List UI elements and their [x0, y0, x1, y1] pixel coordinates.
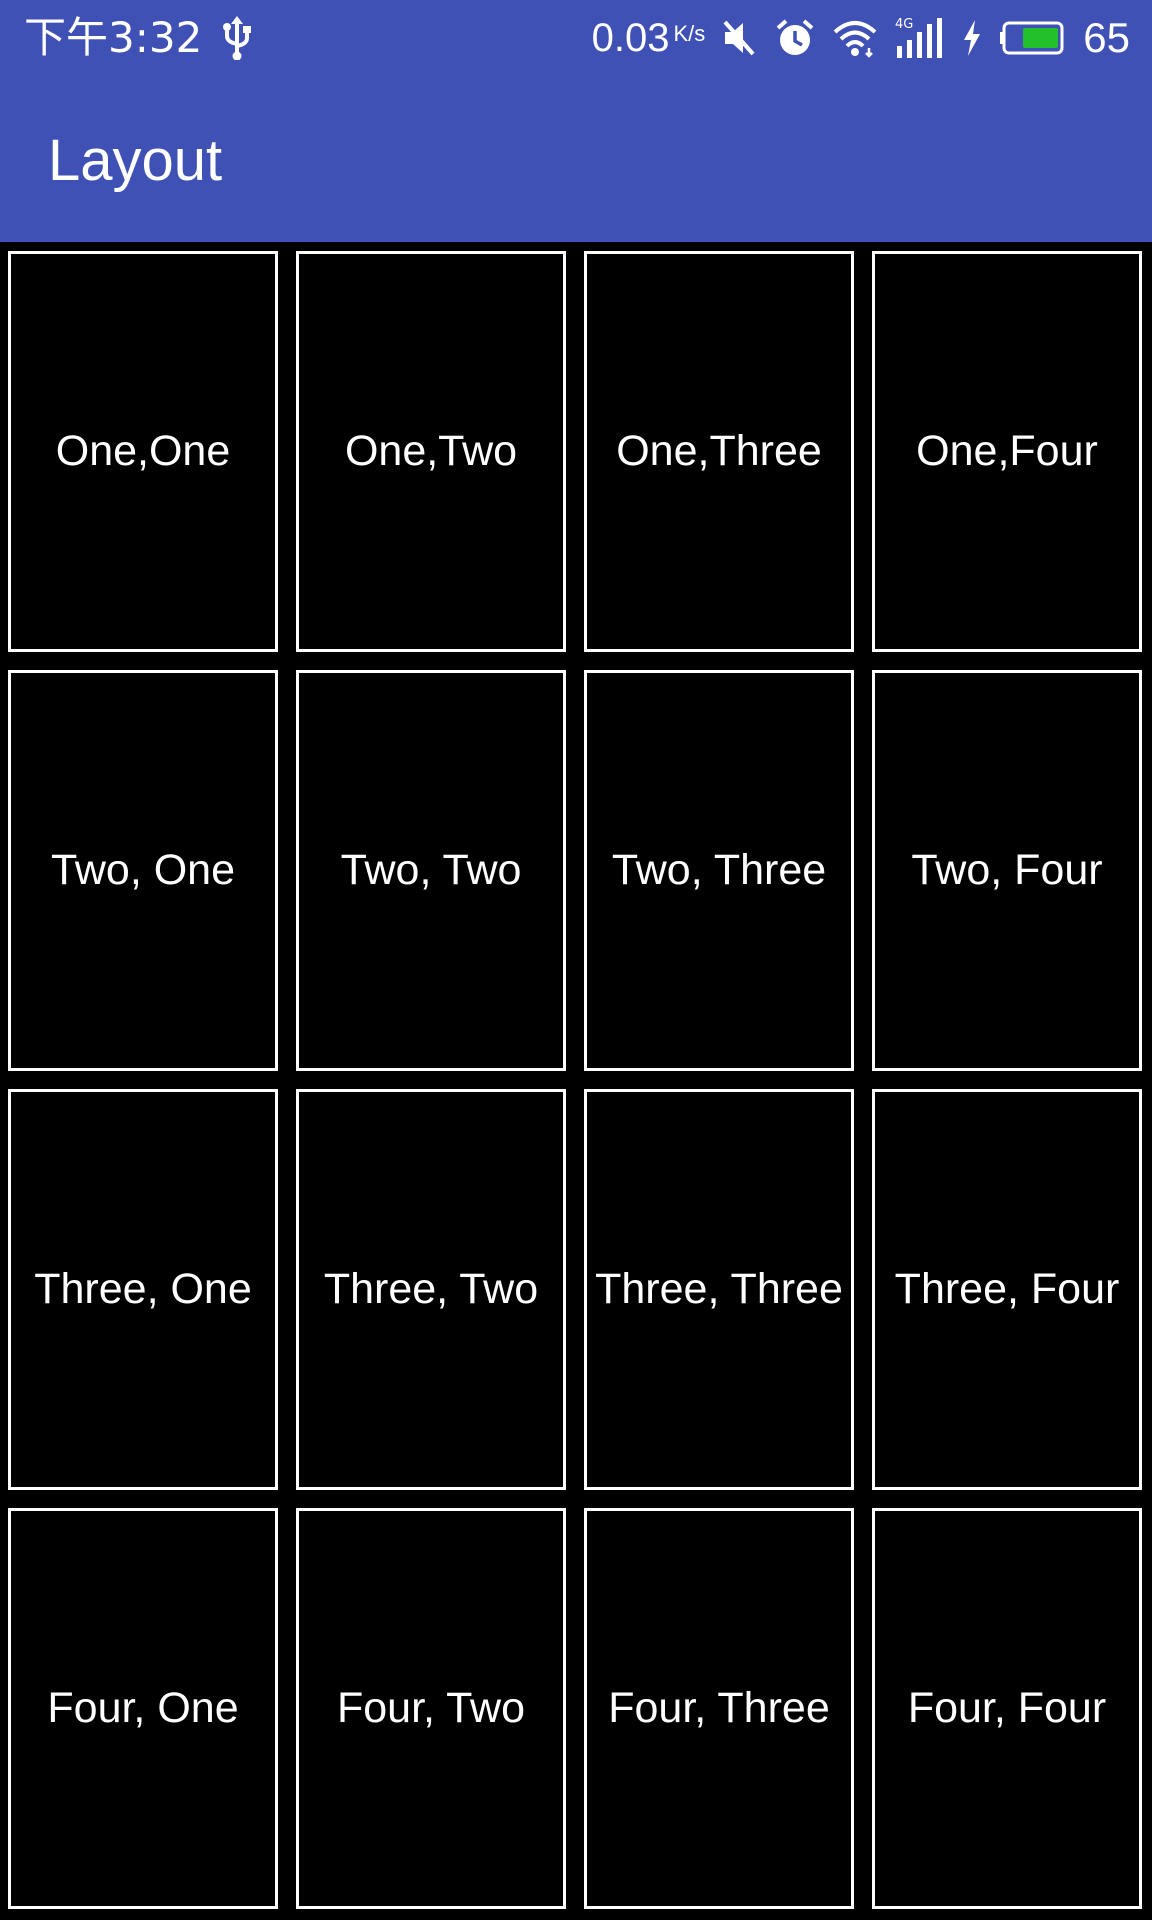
grid-cell: Two, Four: [872, 670, 1142, 1071]
signal-4g-icon: 4G: [895, 16, 945, 60]
grid-cell: Four, Two: [296, 1508, 566, 1909]
grid-cell: One,Four: [872, 251, 1142, 652]
battery-percent: 65: [1083, 14, 1130, 61]
status-right: 0.03 K/s 4G 65: [592, 10, 1130, 66]
grid-cell: Two, Two: [296, 670, 566, 1071]
status-time: 下午3:32: [24, 13, 203, 62]
grid-cell: Two, Three: [584, 670, 854, 1071]
grid-cell: One,Three: [584, 251, 854, 652]
grid-cell: One,One: [8, 251, 278, 652]
grid-cell: Four, Four: [872, 1508, 1142, 1909]
grid-cell: Four, One: [8, 1508, 278, 1909]
cell-grid: One,One One,Two One,Three One,Four Two, …: [8, 251, 1144, 1911]
status-bar: 下午3:32 0.03 K/s 4G 65: [0, 0, 1152, 76]
grid-cell: Two, One: [8, 670, 278, 1071]
grid-cell: Four, Three: [584, 1508, 854, 1909]
alarm-icon: [775, 18, 815, 58]
svg-text:4G: 4G: [895, 17, 913, 32]
grid-cell: Three, Four: [872, 1089, 1142, 1490]
app-bar: 下午3:32 0.03 K/s 4G 65 Layout: [0, 0, 1152, 242]
mute-icon: [721, 18, 759, 58]
usb-icon: [222, 16, 252, 60]
battery-icon: [999, 20, 1067, 56]
net-speed-value: 0.03: [591, 16, 670, 60]
app-bar-title: Layout: [48, 128, 223, 193]
grid-cell: Three, Two: [296, 1089, 566, 1490]
charging-icon: [961, 18, 983, 58]
net-speed-unit: K/s: [673, 21, 706, 46]
grid-cell: Three, Three: [584, 1089, 854, 1490]
screen: 下午3:32 0.03 K/s 4G 65 Layout One,One One…: [0, 0, 1152, 1920]
grid-cell: One,Two: [296, 251, 566, 652]
status-left: 下午3:32: [24, 10, 252, 66]
wifi-icon: [831, 18, 879, 58]
net-speed: 0.03 K/s: [592, 10, 706, 66]
grid-cell: Three, One: [8, 1089, 278, 1490]
